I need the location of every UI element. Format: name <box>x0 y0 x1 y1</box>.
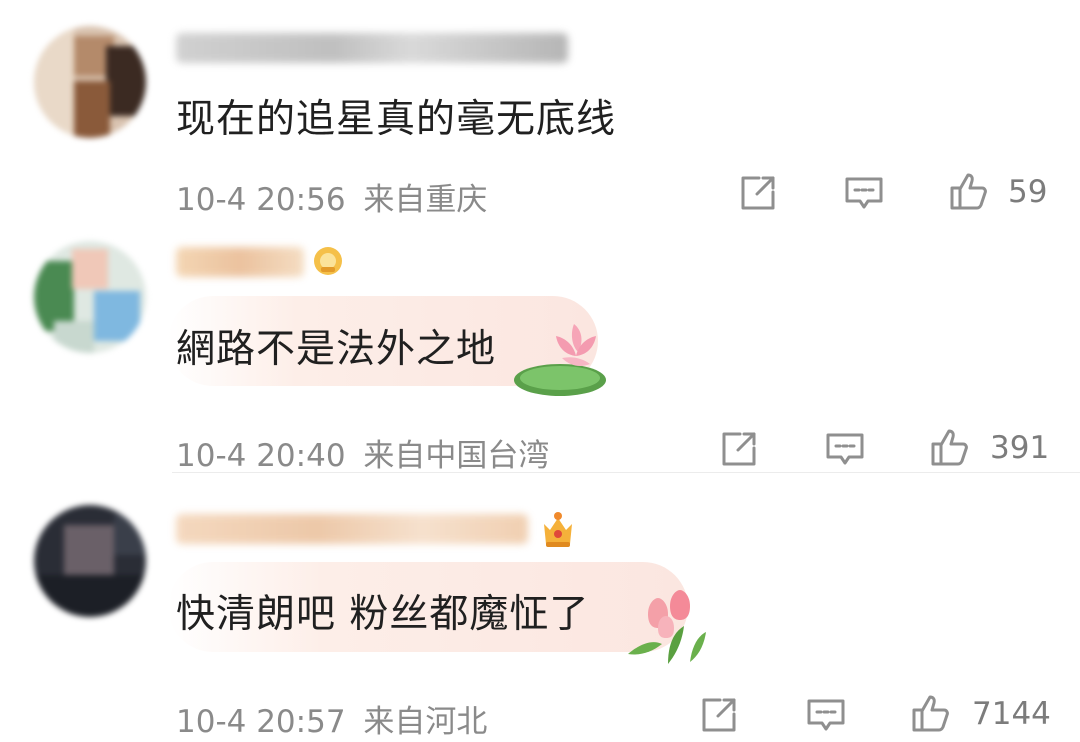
comment-text: 现在的追星真的毫无底线 <box>176 97 617 142</box>
like-icon <box>950 173 987 210</box>
username-blurred[interactable] <box>176 33 568 63</box>
comment-button[interactable] <box>824 428 866 470</box>
divider <box>172 472 1080 473</box>
repost-icon <box>741 176 775 210</box>
like-button[interactable] <box>929 426 971 468</box>
like-count: 391 <box>990 430 1050 466</box>
comment-time: 10-4 20:56 <box>176 182 346 218</box>
username-blurred[interactable] <box>176 247 304 277</box>
repost-button[interactable] <box>737 172 779 214</box>
like-icon <box>912 695 949 732</box>
comment-time: 10-4 20:57 <box>176 704 346 740</box>
repost-icon <box>702 698 736 732</box>
comment-time: 10-4 20:40 <box>176 438 346 474</box>
avatar[interactable] <box>34 26 146 138</box>
username-blurred[interactable] <box>176 514 528 544</box>
comment-location: 来自中国台湾 <box>363 438 550 474</box>
comment-icon <box>807 699 845 731</box>
like-icon <box>931 429 968 466</box>
lotus-sticker-icon <box>512 318 612 398</box>
like-count: 7144 <box>972 696 1051 732</box>
repost-button[interactable] <box>698 694 740 736</box>
like-count: 59 <box>1008 174 1048 210</box>
repost-icon <box>722 432 756 466</box>
repost-button[interactable] <box>718 428 760 470</box>
comment-text: 快清朗吧 粉丝都魔怔了 <box>176 592 590 637</box>
comment-location: 来自重庆 <box>363 182 488 218</box>
comment-meta: 10-4 20:57 来自河北 <box>176 696 487 741</box>
like-button[interactable] <box>948 170 990 212</box>
comment-button[interactable] <box>805 694 847 736</box>
comment-location: 来自河北 <box>363 704 488 740</box>
comment-button[interactable] <box>843 172 885 214</box>
crown-badge-icon <box>538 506 578 550</box>
vip-badge-icon <box>312 245 344 277</box>
avatar[interactable] <box>34 241 146 353</box>
comment-meta: 10-4 20:40 来自中国台湾 <box>176 430 549 475</box>
comment-text: 網路不是法外之地 <box>176 327 497 372</box>
like-button[interactable] <box>910 692 952 734</box>
avatar[interactable] <box>34 505 146 617</box>
comment-icon <box>845 177 883 209</box>
comment-icon <box>826 433 864 465</box>
tulip-sticker-icon <box>618 584 710 668</box>
comment-meta: 10-4 20:56 来自重庆 <box>176 174 487 219</box>
